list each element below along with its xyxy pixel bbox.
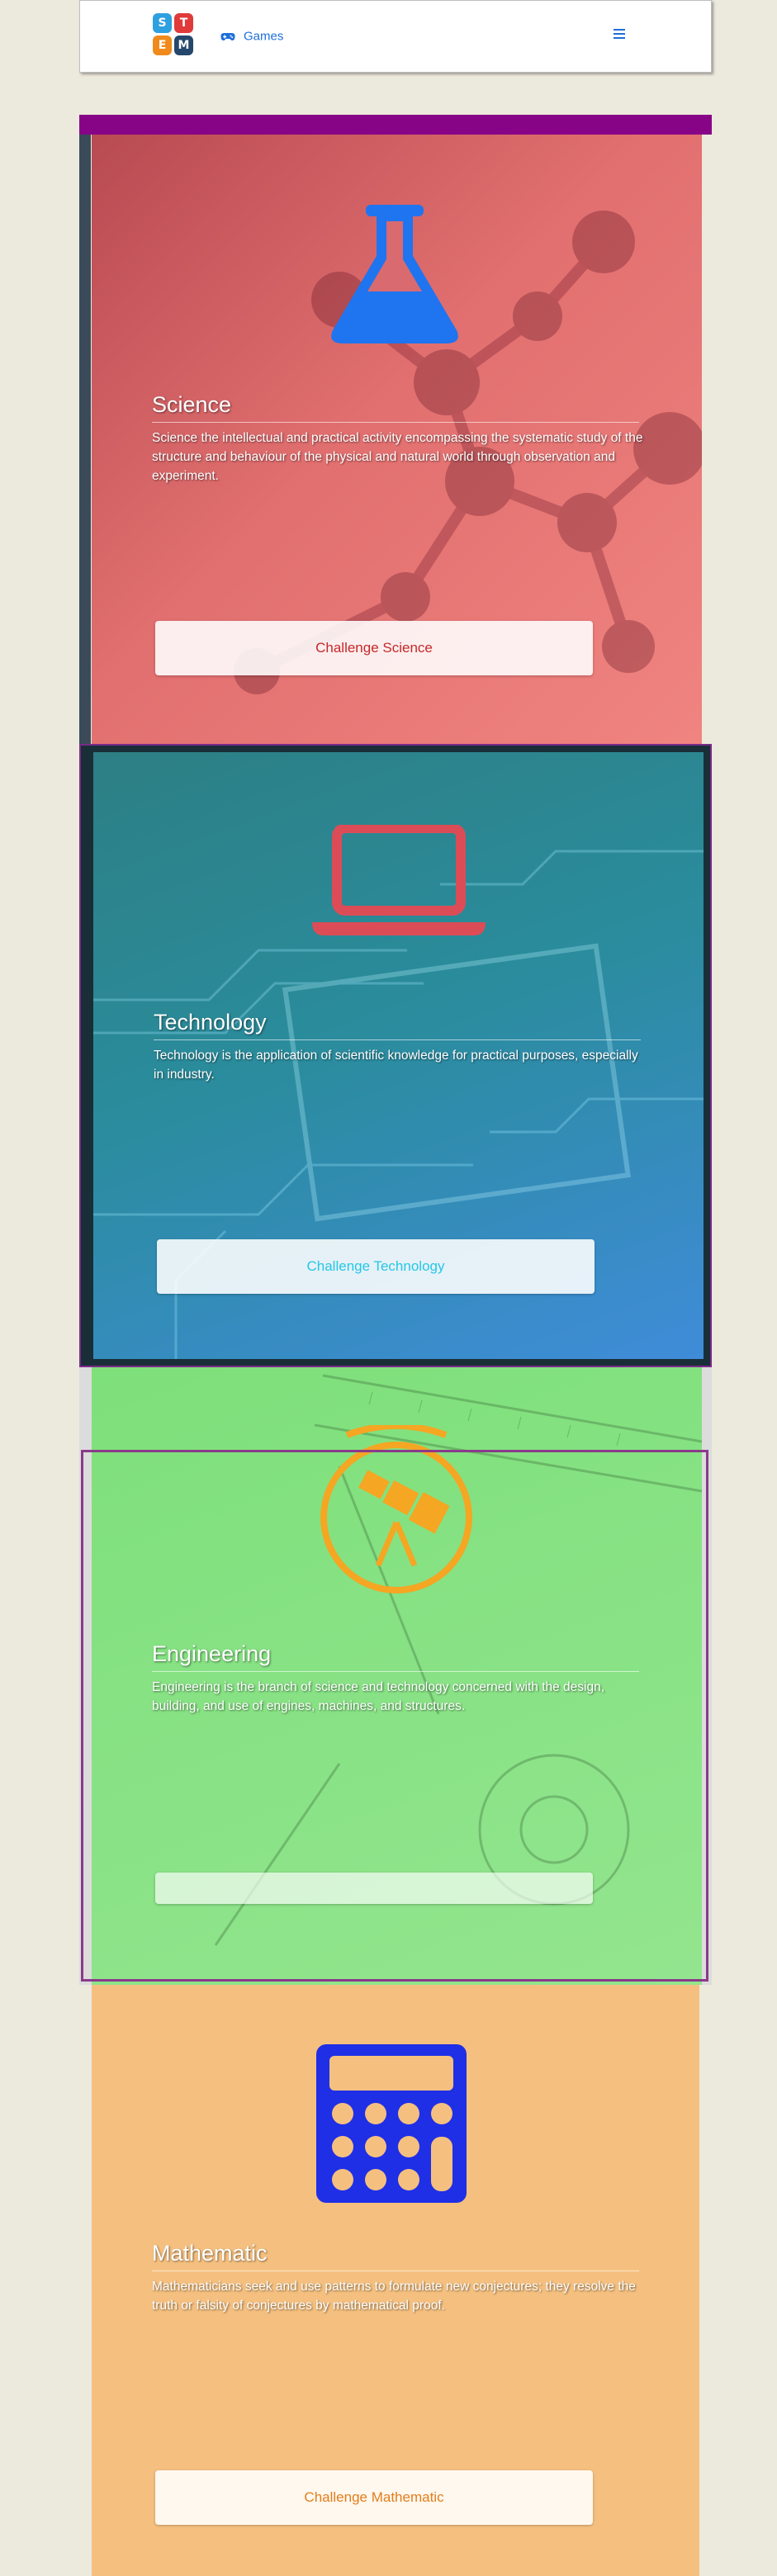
technology-description: Technology is the application of scienti… — [154, 1049, 638, 1082]
mathematic-section: Mathematic Mathematicians seek and use p… — [92, 1985, 699, 2576]
technology-title: Technology — [154, 1010, 267, 1035]
challenge-engineering-button[interactable] — [155, 1873, 593, 1904]
logo-tile-t: T — [174, 13, 193, 33]
stem-logo[interactable]: S T E M — [153, 13, 194, 56]
flask-icon — [331, 205, 458, 343]
title-divider — [154, 1039, 641, 1040]
mathematic-title: Mathematic — [152, 2241, 268, 2266]
section-top-bar — [79, 115, 712, 135]
mathematic-description: Mathematicians seek and use patterns to … — [152, 2280, 636, 2313]
title-divider — [152, 1671, 639, 1672]
calculator-icon — [316, 2044, 467, 2203]
title-divider — [152, 422, 639, 423]
science-section: Science Science the intellectual and pra… — [79, 115, 712, 744]
logo-tile-m: M — [174, 36, 193, 55]
challenge-mathematic-button[interactable]: Challenge Mathematic — [155, 2470, 593, 2525]
engineering-title: Engineering — [152, 1641, 272, 1666]
logo-tile-e: E — [153, 36, 172, 55]
challenge-science-button[interactable]: Challenge Science — [155, 621, 593, 675]
technology-section: Technology Technology is the application… — [79, 744, 712, 1367]
games-label: Games — [244, 29, 284, 44]
hamburger-icon[interactable] — [614, 29, 625, 40]
logo-tile-s: S — [153, 13, 172, 33]
navbar: S T E M Games — [79, 0, 712, 73]
games-link[interactable]: Games — [220, 29, 283, 45]
challenge-technology-button[interactable]: Challenge Technology — [157, 1239, 595, 1294]
science-title: Science — [152, 392, 232, 417]
laptop-icon — [312, 825, 486, 935]
science-description: Science the intellectual and practical a… — [152, 431, 643, 483]
gamepad-icon — [220, 32, 235, 40]
engineering-section: Engineering Engineering is the branch of… — [79, 1367, 712, 1985]
engineering-description: Engineering is the branch of science and… — [152, 1680, 605, 1713]
